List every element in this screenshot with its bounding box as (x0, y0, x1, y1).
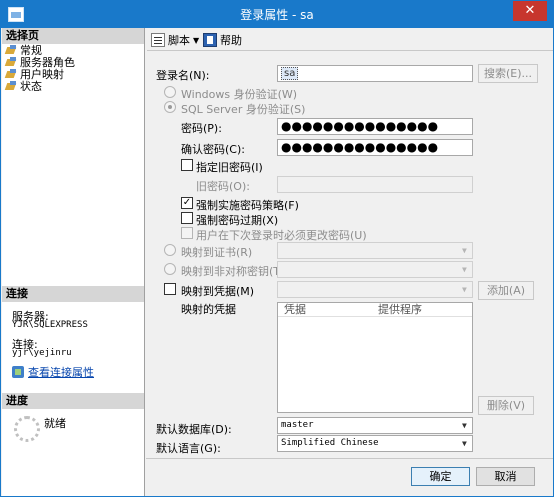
help-icon (203, 33, 217, 47)
search-button[interactable]: 搜索(E)... (478, 64, 538, 83)
sql-auth-radio[interactable] (164, 101, 176, 113)
enforce-policy-label: 强制实施密码策略(F) (196, 199, 299, 212)
map-asym-key-radio[interactable] (164, 263, 176, 275)
mapped-credentials-label: 映射的凭据 (181, 303, 236, 316)
connection-value: yjr\yejinru (12, 348, 72, 358)
select-page-heading: 选择页 (2, 28, 144, 44)
default-language-value: Simplified Chinese (281, 438, 379, 448)
view-connection-properties-link[interactable]: 查看连接属性 (12, 364, 94, 380)
enforce-expiration-label: 强制密码过期(X) (196, 214, 279, 227)
specify-old-password-label: 指定旧密码(I) (196, 161, 263, 174)
map-credential-combo[interactable]: ▼ (277, 281, 473, 298)
mapped-credentials-grid[interactable]: 凭据 提供程序 (277, 302, 473, 413)
cancel-button[interactable]: 取消 (476, 467, 535, 486)
close-button[interactable]: ✕ (513, 1, 547, 21)
chevron-down-icon: ▼ (462, 246, 467, 255)
chevron-down-icon: ▼ (462, 265, 467, 274)
enforce-policy-checkbox[interactable]: ✓ (181, 197, 193, 209)
old-password-label: 旧密码(O): (196, 180, 250, 193)
chevron-down-icon[interactable]: ▼ (193, 36, 199, 45)
map-asym-key-label: 映射到非对称密钥(T) (181, 265, 285, 278)
windows-auth-label: Windows 身份验证(W) (181, 88, 298, 101)
chevron-down-icon: ▼ (462, 439, 467, 448)
default-database-value: master (281, 420, 314, 430)
window-title: 登录属性 - sa (240, 8, 314, 22)
nav-item-status[interactable]: 状态 (6, 80, 42, 93)
help-button[interactable]: 帮助 (203, 32, 242, 48)
default-language-combo[interactable]: Simplified Chinese ▼ (277, 435, 473, 452)
ok-button[interactable]: 确定 (411, 467, 470, 486)
server-value: YJR\SQLEXPRESS (12, 320, 88, 330)
nav-item-label: 状态 (20, 80, 42, 93)
login-name-value: sa (281, 67, 299, 80)
page-icon (6, 45, 17, 56)
page-icon (6, 81, 17, 92)
properties-icon (12, 366, 24, 378)
must-change-label: 用户在下次登录时必须更改密码(U) (196, 229, 367, 242)
login-name-label: 登录名(N): (156, 69, 210, 82)
login-properties-dialog: 登录属性 - sa ✕ 选择页 常规 服务器角色 用户映射 状态 连接 服务器:… (0, 0, 554, 497)
title-bar: 登录属性 - sa ✕ (1, 1, 553, 28)
page-icon (6, 69, 17, 80)
default-database-label: 默认数据库(D): (156, 423, 232, 436)
must-change-checkbox[interactable] (181, 227, 193, 239)
chevron-down-icon: ▼ (462, 421, 467, 430)
remove-credential-button[interactable]: 删除(V) (478, 396, 534, 415)
confirm-password-input[interactable]: ●●●●●●●●●●●●●●● (277, 139, 473, 156)
old-password-input[interactable] (277, 176, 473, 193)
progress-status: 就绪 (44, 417, 66, 430)
password-input[interactable]: ●●●●●●●●●●●●●●● (277, 118, 473, 135)
view-connection-properties-label: 查看连接属性 (28, 366, 94, 379)
map-credential-label: 映射到凭据(M) (181, 285, 255, 298)
add-credential-button[interactable]: 添加(A) (478, 281, 534, 300)
sql-auth-label: SQL Server 身份验证(S) (181, 103, 306, 116)
windows-auth-radio[interactable] (164, 86, 176, 98)
password-label: 密码(P): (181, 122, 222, 135)
map-cert-label: 映射到证书(R) (181, 246, 253, 259)
left-pane: 选择页 常规 服务器角色 用户映射 状态 连接 服务器: YJR\SQLEXPR… (2, 28, 145, 496)
connection-heading: 连接 (2, 286, 144, 302)
enforce-expiration-checkbox[interactable] (181, 212, 193, 224)
specify-old-password-checkbox[interactable] (181, 159, 193, 171)
grid-header: 凭据 提供程序 (278, 303, 472, 317)
map-credential-checkbox[interactable] (164, 283, 176, 295)
map-cert-radio[interactable] (164, 244, 176, 256)
confirm-password-label: 确认密码(C): (181, 143, 245, 156)
grid-col-provider[interactable]: 提供程序 (374, 303, 422, 316)
login-name-input[interactable]: sa (277, 65, 473, 82)
script-icon (151, 33, 165, 47)
progress-heading: 进度 (2, 393, 144, 409)
default-language-label: 默认语言(G): (156, 442, 221, 455)
chevron-down-icon: ▼ (462, 285, 467, 294)
toolbar: 脚本 ▼ 帮助 (147, 29, 553, 51)
map-cert-combo[interactable]: ▼ (277, 242, 473, 259)
help-label: 帮助 (220, 34, 242, 47)
map-asym-key-combo[interactable]: ▼ (277, 261, 473, 278)
progress-spinner-icon (14, 416, 40, 442)
page-icon (6, 57, 17, 68)
script-button[interactable]: 脚本 ▼ (151, 32, 199, 48)
grid-col-credential[interactable]: 凭据 (278, 303, 374, 316)
script-label: 脚本 (168, 34, 190, 47)
default-database-combo[interactable]: master ▼ (277, 417, 473, 434)
